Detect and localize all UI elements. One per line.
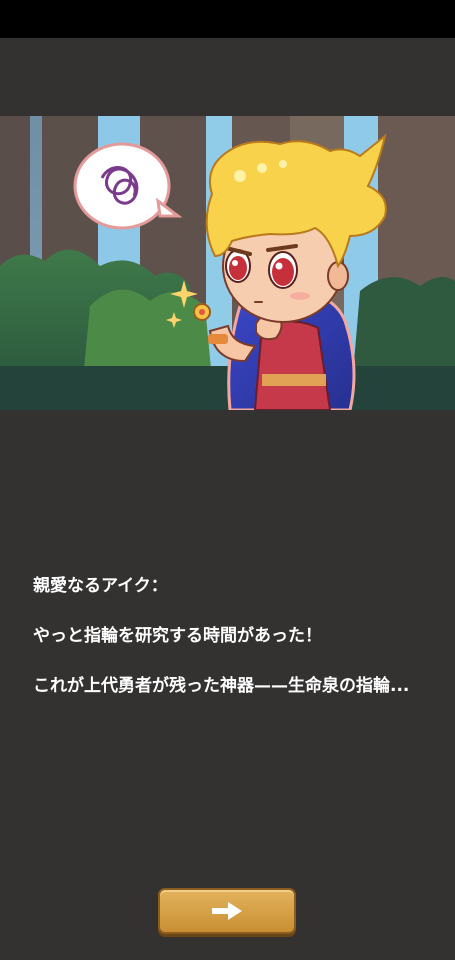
letter-text: 親愛なるアイク： やっと指輪を研究する時間があった！ これが上代勇者が残った神器… xyxy=(33,572,433,722)
letter-greeting: 親愛なるアイク： xyxy=(33,576,168,596)
status-bar xyxy=(0,0,455,38)
letter-line-1: やっと指輪を研究する時間があった！ xyxy=(33,626,322,646)
next-button[interactable] xyxy=(158,888,296,934)
story-illustration xyxy=(0,116,455,410)
ring-icon xyxy=(193,303,211,321)
arrow-right-icon xyxy=(212,902,242,920)
letter-line-2: これが上代勇者が残った神器——生命泉の指輪... xyxy=(33,676,410,696)
